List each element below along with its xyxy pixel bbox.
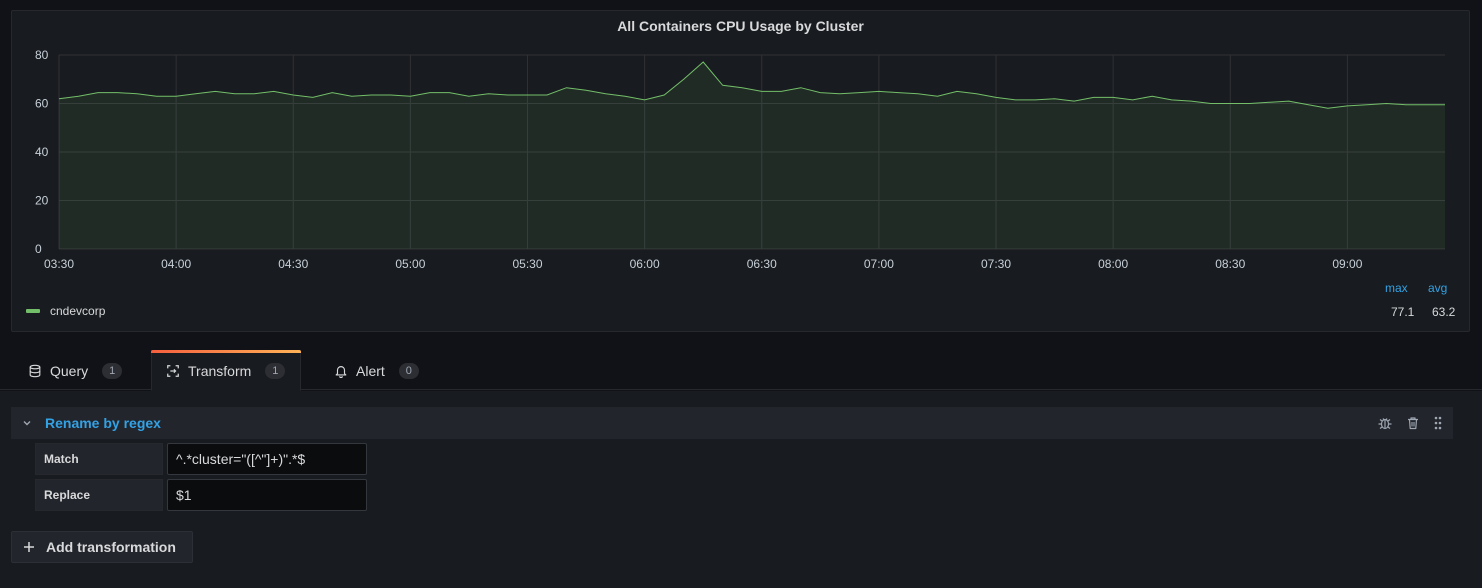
tab-alert[interactable]: Alert 0 [320,350,433,391]
legend-color-swatch[interactable] [26,309,40,313]
transform-editor: Rename by regex Match Replace [0,391,1482,588]
x-tick-label: 07:00 [864,257,894,271]
x-tick-label: 08:30 [1215,257,1245,271]
replace-row: Replace [35,479,367,511]
legend-header-max[interactable]: max [1385,281,1408,295]
tab-alert-count: 0 [398,362,419,379]
x-tick-label: 08:00 [1098,257,1128,271]
match-label: Match [35,443,163,475]
plus-icon [24,542,34,552]
legend-value-avg: 63.2 [1432,305,1456,319]
legend-series-name[interactable]: cndevcorp [50,304,105,318]
add-transformation-button[interactable]: Add transformation [11,531,193,563]
tab-transform[interactable]: Transform 1 [151,350,301,391]
y-tick-label: 0 [35,242,42,256]
tab-query[interactable]: Query 1 [14,350,136,391]
chart-area: 0 20 40 60 80 03:30 04:00 04:30 05:00 05:30 06:00 0… [35,48,1446,271]
graph-panel: All Containers CPU Usage by Cluster 0 20 4… [11,10,1470,332]
x-tick-label: 09:00 [1332,257,1362,271]
transform-header[interactable]: Rename by regex [11,407,1453,439]
match-row: Match [35,443,367,475]
bug-icon[interactable] [1377,415,1393,431]
y-tick-label: 80 [35,48,49,62]
transform-title[interactable]: Rename by regex [45,415,161,431]
legend-value-max: 77.1 [1391,305,1415,319]
tab-query-label: Query [50,362,89,379]
transform-icon [167,364,179,377]
y-tick-label: 40 [35,145,49,159]
chevron-down-icon[interactable] [21,417,33,429]
x-tick-label: 04:30 [278,257,308,271]
match-input[interactable] [167,443,367,475]
tab-alert-label: Alert [356,362,385,379]
x-tick-label: 03:30 [44,257,74,271]
add-transformation-label: Add transformation [46,539,176,555]
x-tick-label: 04:00 [161,257,191,271]
bell-icon [335,365,347,378]
replace-input[interactable] [167,479,367,511]
trash-icon[interactable] [1405,415,1421,431]
x-tick-label: 05:00 [395,257,425,271]
x-tick-label: 06:00 [630,257,660,271]
x-tick-label: 05:30 [512,257,542,271]
database-icon [29,364,41,377]
legend-item[interactable]: cndevcorp [26,304,105,318]
tab-transform-count: 1 [265,362,286,379]
tab-query-count: 1 [102,362,123,379]
tab-transform-label: Transform [188,362,252,379]
x-tick-label: 06:30 [747,257,777,271]
editor-tab-bar: Query 1 Transform 1 Alert 0 [0,350,1482,391]
replace-label: Replace [35,479,163,511]
legend-header-avg[interactable]: avg [1428,281,1447,295]
transform-actions [1377,407,1443,439]
drag-handle-icon[interactable] [1433,415,1443,431]
y-tick-label: 20 [35,194,49,208]
y-tick-label: 60 [35,97,49,111]
x-tick-label: 07:30 [981,257,1011,271]
